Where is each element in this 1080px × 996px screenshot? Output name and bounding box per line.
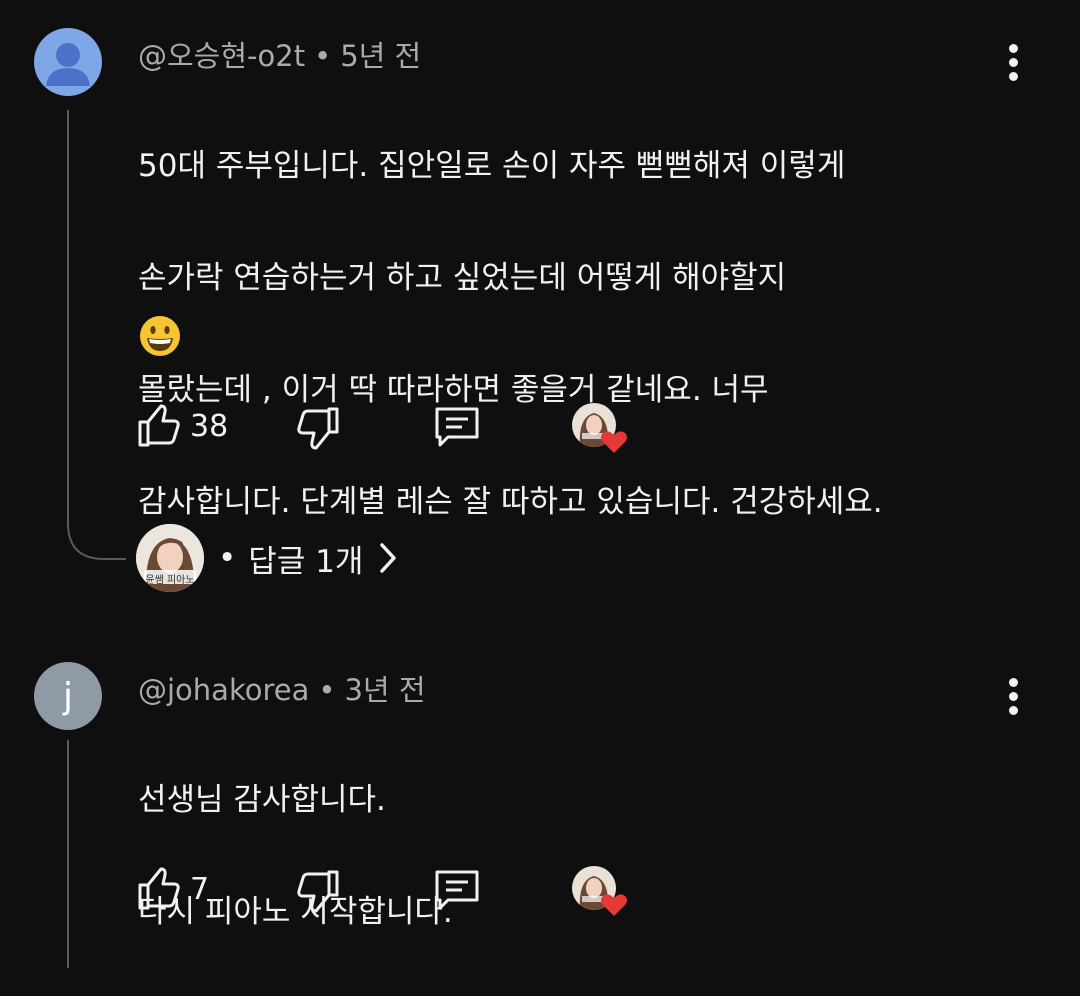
- comment-line: 감사합니다. 단계별 레슨 잘 따하고 있습니다. 건강하세요.: [138, 484, 883, 520]
- comment-text: 선생님 감사합니다. 다시 피아노 시작합니다.: [138, 716, 1018, 996]
- chevron-right-icon: [380, 543, 397, 573]
- comment-line: 선생님 감사합니다.: [138, 782, 386, 818]
- creator-heart-icon: [601, 431, 627, 453]
- like-count: 38: [190, 408, 229, 444]
- like-icon: [138, 867, 180, 910]
- like-icon: [138, 404, 180, 447]
- grinning-face-emoji: [140, 316, 180, 356]
- creator-avatar-caption: 윤쌤 피아노: [145, 575, 195, 586]
- separator-dot: •: [318, 673, 336, 707]
- thread-curve: [67, 505, 126, 560]
- replies-label: 답글 1개: [248, 543, 364, 580]
- dislike-button[interactable]: [295, 405, 341, 451]
- reply-icon: [435, 870, 479, 910]
- comment-author[interactable]: @johakorea: [138, 673, 309, 707]
- view-replies-button[interactable]: 윤쌤 피아노 • 답글 1개: [136, 524, 399, 592]
- reply-button[interactable]: [432, 405, 482, 451]
- comment-line: 손가락 연습하는거 하고 싶었는데 어떻게 해야할지: [138, 260, 787, 296]
- avatar-letter: j: [62, 675, 73, 717]
- default-user-icon: [46, 43, 90, 86]
- dislike-button[interactable]: [295, 868, 341, 914]
- comment-author[interactable]: @오승현-o2t: [138, 39, 305, 73]
- dislike-icon: [297, 870, 339, 913]
- reply-button[interactable]: [432, 868, 482, 914]
- like-count: 7: [190, 871, 210, 907]
- creator-avatar: 윤쌤 피아노: [136, 524, 204, 592]
- dislike-icon: [297, 407, 339, 450]
- comment-time[interactable]: 3년 전: [344, 673, 425, 707]
- thread-line: [67, 110, 69, 510]
- comment-line: 50대 주부입니다. 집안일로 손이 자주 뻗뻗해져 이렇게: [138, 148, 846, 184]
- separator-dot: •: [314, 39, 332, 73]
- creator-heart: [572, 403, 632, 459]
- creator-heart: [572, 866, 632, 922]
- avatar[interactable]: j: [34, 662, 102, 730]
- thread-line: [67, 740, 69, 968]
- comment-meta: @johakorea • 3년 전: [138, 667, 426, 709]
- comment-meta: @오승현-o2t • 5년 전: [138, 33, 421, 75]
- comment-text: 50대 주부입니다. 집안일로 손이 자주 뻗뻗해져 이렇게 손가락 연습하는거…: [138, 82, 1018, 586]
- creator-heart-icon: [601, 894, 627, 916]
- like-button[interactable]: 7: [136, 866, 209, 912]
- separator-dot: •: [218, 540, 237, 576]
- comment-time[interactable]: 5년 전: [340, 39, 421, 73]
- avatar[interactable]: [34, 28, 102, 96]
- reply-icon: [435, 407, 479, 447]
- like-button[interactable]: 38: [136, 403, 228, 449]
